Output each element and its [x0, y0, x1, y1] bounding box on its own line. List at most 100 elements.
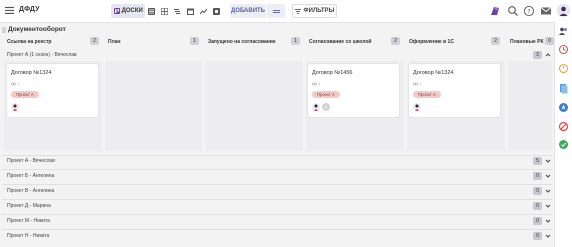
- history-icon[interactable]: [558, 44, 569, 55]
- right-sidebar: [554, 22, 572, 247]
- card-meta: 1: [413, 81, 421, 86]
- card-meta-count: 1: [17, 81, 20, 86]
- navigation-icon[interactable]: [558, 102, 569, 113]
- column-count: 0: [545, 37, 554, 45]
- column-header-registry[interactable]: Ссылка на реестр: [7, 36, 51, 47]
- view-chart-button[interactable]: [197, 4, 210, 18]
- board-title-text: Документооборот: [8, 26, 66, 33]
- swimlane-name: Проект А (1 сезон) - Вячеслав: [7, 52, 77, 58]
- lane-divider: [2, 214, 552, 215]
- column-count: 1: [190, 37, 199, 45]
- mail-icon[interactable]: [540, 5, 552, 17]
- lane-column: [508, 61, 552, 151]
- drag-handle-icon[interactable]: [2, 26, 6, 33]
- board-title: Документооборот: [2, 26, 66, 33]
- card-meta-count: 1: [419, 81, 422, 86]
- link-icon: [413, 82, 418, 85]
- assignee-avatar[interactable]: [11, 103, 19, 111]
- view-gantt-button[interactable]: [171, 4, 184, 18]
- chevron-down-icon[interactable]: [544, 202, 552, 210]
- swimlane-count: 0: [533, 202, 542, 210]
- swimlane-header[interactable]: Проект Н - Никита 0: [2, 231, 552, 241]
- view-boards-button[interactable]: ДОСКИ: [111, 4, 146, 18]
- view-calendar-button[interactable]: [184, 4, 197, 18]
- chevron-down-icon[interactable]: [544, 172, 552, 180]
- card-title: Договор №1324: [11, 70, 52, 76]
- view-switcher: ДОСКИ: [111, 4, 223, 18]
- contract-card[interactable]: Договор №1324 1 Проект А: [409, 64, 500, 117]
- table-view-icon: [161, 7, 169, 15]
- column-header-planned-rk[interactable]: Плановые РК: [510, 36, 544, 47]
- hamburger-menu-icon[interactable]: [5, 6, 14, 15]
- chevron-down-icon[interactable]: [544, 232, 552, 240]
- assignee-avatar[interactable]: [413, 103, 421, 111]
- card-title: Договор №1324: [413, 70, 454, 76]
- lane-divider: [2, 184, 552, 185]
- swimlane-count: 3: [533, 51, 542, 59]
- contract-card[interactable]: Договор №1324 1 Проект А: [7, 64, 98, 117]
- search-icon[interactable]: [507, 5, 519, 17]
- swimlane-header[interactable]: Проект Б - Ангелина 0: [2, 171, 552, 181]
- swimlane-body: Договор №1324 1 Проект А Договор №1456 1…: [2, 61, 552, 151]
- list-view-icon: [148, 7, 156, 15]
- split-lines-icon: [272, 9, 280, 13]
- chevron-down-icon[interactable]: [544, 187, 552, 195]
- column-count: 2: [491, 37, 500, 45]
- swimlane-count: 0: [533, 187, 542, 195]
- chevron-down-icon[interactable]: [544, 217, 552, 225]
- column-headers: Ссылка на реестр 2 План 1 Запущено на со…: [0, 36, 555, 47]
- add-button[interactable]: ДОБАВИТЬ: [230, 4, 266, 18]
- assignee-avatar[interactable]: [312, 103, 320, 111]
- brand-logo-icon[interactable]: [489, 5, 501, 17]
- chart-view-icon: [200, 8, 208, 14]
- add-options-button[interactable]: [267, 4, 285, 18]
- lane-column: [205, 61, 303, 151]
- swimlane-header[interactable]: Проект Д - Марина 0: [2, 201, 552, 211]
- gantt-view-icon: [174, 8, 181, 14]
- secondary-assignee-avatar[interactable]: А: [322, 103, 330, 111]
- card-title: Договор №1456: [312, 70, 353, 76]
- swimlane-name: Проект В - Ангелина: [7, 188, 55, 194]
- help-icon[interactable]: ?: [523, 5, 535, 17]
- approved-icon[interactable]: [558, 139, 569, 150]
- card-meta-count: 1: [318, 81, 321, 86]
- swimlane-name: Проект Д - Марина: [7, 203, 51, 209]
- link-icon: [312, 82, 317, 85]
- column-header-1c-registration[interactable]: Оформление в 1С: [409, 36, 454, 47]
- swimlane-header-expanded[interactable]: Проект А (1 сезон) - Вячеслав 3: [2, 50, 552, 60]
- column-header-school-approval[interactable]: Согласование со школой: [309, 36, 371, 47]
- view-table-button[interactable]: [158, 4, 171, 18]
- swimlane-header[interactable]: Проект М - Никита 0: [2, 216, 552, 226]
- dashboard-view-icon: [213, 7, 221, 15]
- column-count: 1: [291, 37, 300, 45]
- app-title: ДФДУ: [19, 6, 40, 13]
- swimlane-count: 5: [533, 157, 542, 165]
- team-icon[interactable]: [558, 26, 569, 37]
- project-tag[interactable]: Проект А: [11, 91, 39, 98]
- column-header-approval-launched[interactable]: Запущено на согласование: [208, 36, 276, 47]
- top-bar: ДФДУ ДОСКИ ДОБАВИТЬ ФИЛЬТРЫ ?: [0, 0, 572, 23]
- project-tag[interactable]: Проект А: [312, 91, 340, 98]
- chevron-up-icon[interactable]: [544, 51, 552, 59]
- column-count: 2: [90, 37, 99, 45]
- swimlane-name: Проект М - Никита: [7, 218, 50, 224]
- filters-button[interactable]: ФИЛЬТРЫ: [292, 4, 337, 18]
- contract-card[interactable]: Договор №1456 1 Проект А А: [308, 64, 399, 117]
- lane-divider: [2, 199, 552, 200]
- view-boards-label: ДОСКИ: [121, 8, 143, 14]
- swimlane-header[interactable]: Проект В - Ангелина 0: [2, 186, 552, 196]
- swimlane-header[interactable]: Проект А - Вячеслав 5: [2, 156, 552, 166]
- view-dashboard-button[interactable]: [210, 4, 223, 18]
- lane-divider: [2, 229, 552, 230]
- chevron-down-icon[interactable]: [544, 157, 552, 165]
- user-avatar-icon[interactable]: [557, 4, 570, 17]
- documents-icon[interactable]: [558, 83, 569, 94]
- swimlane-count: 0: [533, 217, 542, 225]
- view-list-button[interactable]: [145, 4, 158, 18]
- blocked-icon[interactable]: [558, 121, 569, 132]
- filters-label: ФИЛЬТРЫ: [303, 8, 335, 14]
- column-header-plan[interactable]: План: [108, 36, 121, 47]
- timer-icon[interactable]: [558, 63, 569, 74]
- project-tag[interactable]: Проект А: [413, 91, 441, 98]
- link-icon: [11, 82, 16, 85]
